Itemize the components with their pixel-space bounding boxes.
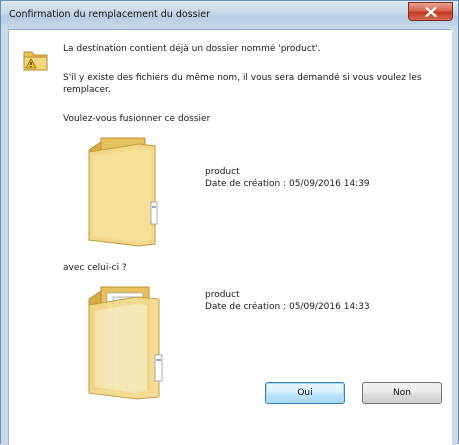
yes-button[interactable]: Oui	[265, 382, 345, 404]
source-folder-name: product	[205, 290, 240, 300]
close-button[interactable]	[408, 2, 453, 21]
destination-folder-icon	[88, 137, 158, 247]
with-label: avec celui-ci ?	[63, 263, 127, 273]
dialog-window: Confirmation du remplacement du dossier …	[0, 0, 459, 445]
source-folder-date: Date de création : 05/09/2016 14:33	[205, 302, 370, 312]
window-frame-left	[1, 29, 9, 445]
no-button[interactable]: Non	[362, 382, 442, 404]
source-folder-icon	[88, 286, 163, 400]
message-line-1: La destination contient déjà un dossier …	[63, 44, 321, 54]
window-title: Confirmation du remplacement du dossier	[9, 9, 210, 20]
message-line-2: S'il y existe des fichiers du même nom, …	[63, 73, 422, 95]
destination-folder-date: Date de création : 05/09/2016 14:39	[205, 179, 370, 189]
destination-folder-name: product	[205, 167, 240, 177]
merge-question: Voulez-vous fusionner ce dossier	[63, 114, 211, 124]
close-icon	[425, 7, 437, 17]
warning-folder-icon	[23, 51, 48, 71]
title-bar[interactable]: Confirmation du remplacement du dossier	[1, 1, 458, 30]
